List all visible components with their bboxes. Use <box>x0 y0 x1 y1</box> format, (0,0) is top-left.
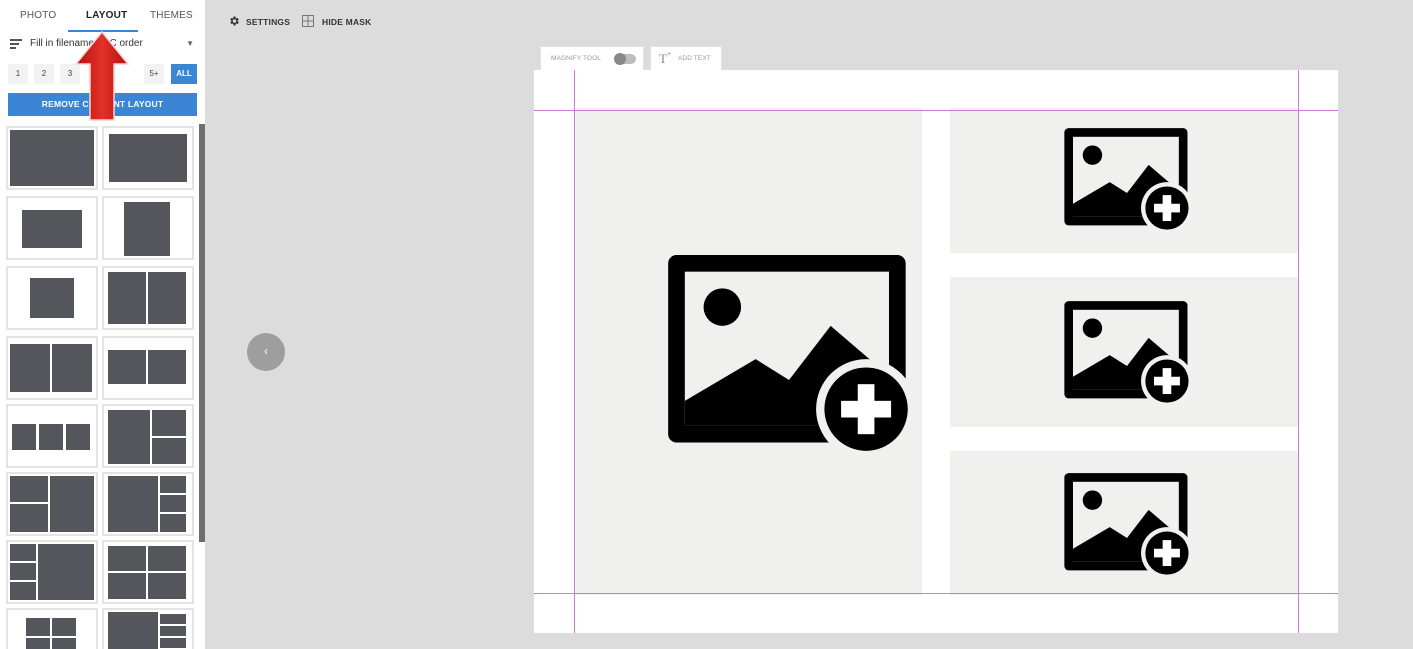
layout-thumbnail[interactable] <box>6 404 98 468</box>
layout-photo-block <box>22 210 82 248</box>
layout-photo-block <box>148 350 186 384</box>
count-filter-5plus[interactable]: 5+ <box>144 64 164 84</box>
layout-photo-block <box>124 202 170 256</box>
layout-photo-block <box>10 582 36 600</box>
magnify-toggle-switch[interactable] <box>614 53 636 65</box>
layout-thumbnail[interactable] <box>102 608 194 649</box>
layout-thumbnail[interactable] <box>102 126 194 190</box>
sidebar-tabs: PHOTO LAYOUT THEMES <box>0 0 205 34</box>
page-canvas <box>534 70 1338 633</box>
layout-thumbnail[interactable] <box>102 266 194 330</box>
safe-area-guide-bottom <box>534 593 1338 594</box>
tab-photo[interactable]: PHOTO <box>20 10 56 21</box>
count-filter-all[interactable]: ALL <box>171 64 197 84</box>
layout-photo-block <box>160 495 186 512</box>
layout-photo-block <box>12 424 36 450</box>
magnify-tool-toggle[interactable]: MAGNIFY TOOL <box>540 46 644 70</box>
gear-icon <box>230 16 239 26</box>
layout-photo-block <box>108 476 158 532</box>
layout-photo-block <box>160 476 186 493</box>
layout-photo-block <box>108 410 150 464</box>
layout-photo-block <box>38 544 94 600</box>
add-text-button[interactable]: T + ADD TEXT <box>650 46 722 70</box>
layout-thumbnail[interactable] <box>6 266 98 330</box>
sidebar-scrollbar[interactable] <box>199 124 205 542</box>
layout-thumbnail[interactable] <box>102 336 194 400</box>
chevron-down-icon: ▼ <box>186 39 194 48</box>
layout-photo-block <box>52 618 76 636</box>
layout-photo-block <box>52 638 76 649</box>
add-photo-icon <box>1064 473 1192 579</box>
layout-photo-block <box>152 410 186 436</box>
tab-layout[interactable]: LAYOUT <box>86 10 127 21</box>
layout-thumbnail[interactable] <box>6 196 98 260</box>
layout-photo-block <box>66 424 90 450</box>
layout-photo-block <box>10 476 48 502</box>
layout-photo-block <box>10 504 48 532</box>
plus-icon: + <box>667 51 672 58</box>
red-up-arrow-icon <box>74 30 130 121</box>
tab-themes[interactable]: THEMES <box>150 10 193 21</box>
layout-photo-block <box>30 278 74 318</box>
layout-photo-block <box>109 134 187 182</box>
layout-thumbnail[interactable] <box>102 540 194 604</box>
layout-thumbnail[interactable] <box>102 404 194 468</box>
add-photo-icon <box>1064 128 1192 234</box>
count-filter-1[interactable]: 1 <box>8 64 28 84</box>
layout-photo-block <box>10 130 94 186</box>
right-top-photo-slot[interactable] <box>950 108 1298 253</box>
layout-photo-block <box>160 614 186 624</box>
previous-page-button[interactable]: ‹ <box>247 333 285 371</box>
layout-thumbnail[interactable] <box>6 336 98 400</box>
layout-photo-block <box>108 612 158 649</box>
chevron-left-icon: ‹ <box>264 344 268 358</box>
right-bottom-photo-slot[interactable] <box>950 451 1298 595</box>
hide-mask-button[interactable]: HIDE MASK <box>302 14 378 30</box>
layout-photo-block <box>50 476 94 532</box>
count-filter-2[interactable]: 2 <box>34 64 54 84</box>
layout-photo-block <box>108 272 146 324</box>
layout-photo-block <box>108 350 146 384</box>
settings-button[interactable]: SETTINGS <box>228 14 294 30</box>
layout-photo-block <box>160 626 186 636</box>
layout-photo-block <box>160 514 186 532</box>
safe-area-guide-top <box>534 110 1338 111</box>
layout-photo-block <box>10 563 36 580</box>
layout-photo-block <box>148 546 186 571</box>
grid-mask-icon <box>302 15 314 27</box>
add-text-label: ADD TEXT <box>678 55 711 62</box>
hide-mask-label: HIDE MASK <box>322 17 372 27</box>
layout-photo-block <box>148 272 186 324</box>
layout-photo-block <box>160 638 186 648</box>
layout-thumbnail[interactable] <box>6 608 98 649</box>
right-middle-photo-slot[interactable] <box>950 277 1298 427</box>
layout-thumbnail[interactable] <box>6 472 98 536</box>
add-photo-icon <box>668 255 914 460</box>
add-photo-icon <box>1064 301 1192 407</box>
sort-icon <box>10 39 22 49</box>
layout-thumbnail[interactable] <box>6 126 98 190</box>
layout-thumbnail[interactable] <box>6 540 98 604</box>
safe-area-guide-right <box>1298 70 1299 633</box>
main-photo-slot[interactable] <box>574 108 922 595</box>
safe-area-guide-left <box>574 70 575 633</box>
layout-photo-block <box>10 344 50 392</box>
layout-photo-block <box>10 544 36 561</box>
layout-photo-block <box>152 438 186 464</box>
layout-photo-block <box>148 573 186 599</box>
layout-thumbnail-list <box>0 124 205 649</box>
layout-photo-block <box>26 638 50 649</box>
settings-label: SETTINGS <box>246 17 291 27</box>
magnify-tool-label: MAGNIFY TOOL <box>551 55 601 62</box>
layout-thumbnail[interactable] <box>102 472 194 536</box>
layout-thumbnail[interactable] <box>102 196 194 260</box>
layout-photo-block <box>108 573 146 599</box>
text-icon: T <box>659 51 667 66</box>
layout-photo-block <box>108 546 146 571</box>
layout-photo-block <box>39 424 63 450</box>
layout-photo-block <box>26 618 50 636</box>
layout-photo-block <box>52 344 92 392</box>
